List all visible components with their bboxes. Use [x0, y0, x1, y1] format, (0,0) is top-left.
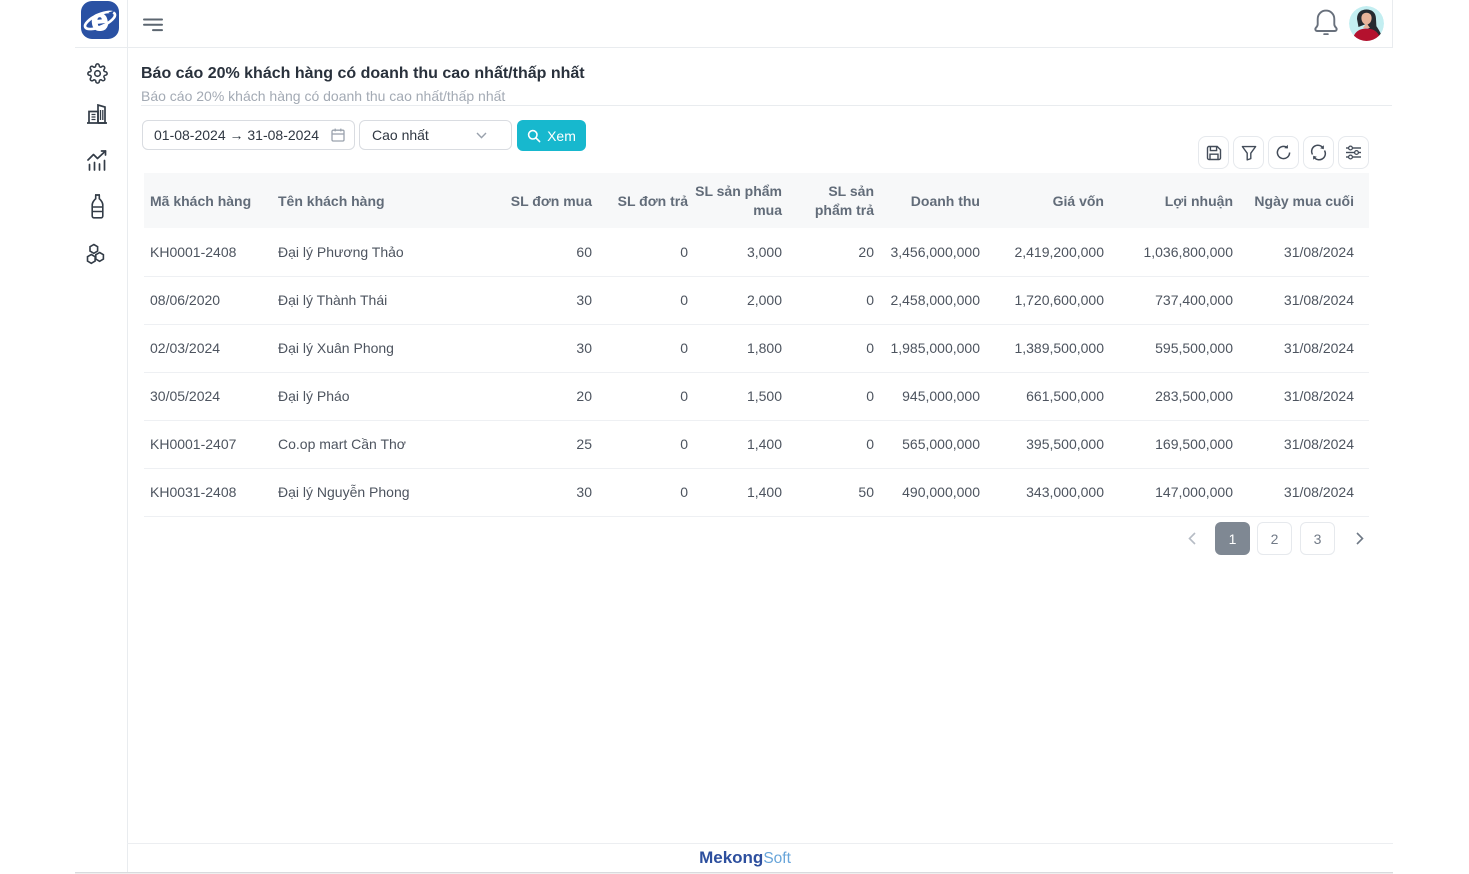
svg-text:e: e [90, 3, 110, 38]
